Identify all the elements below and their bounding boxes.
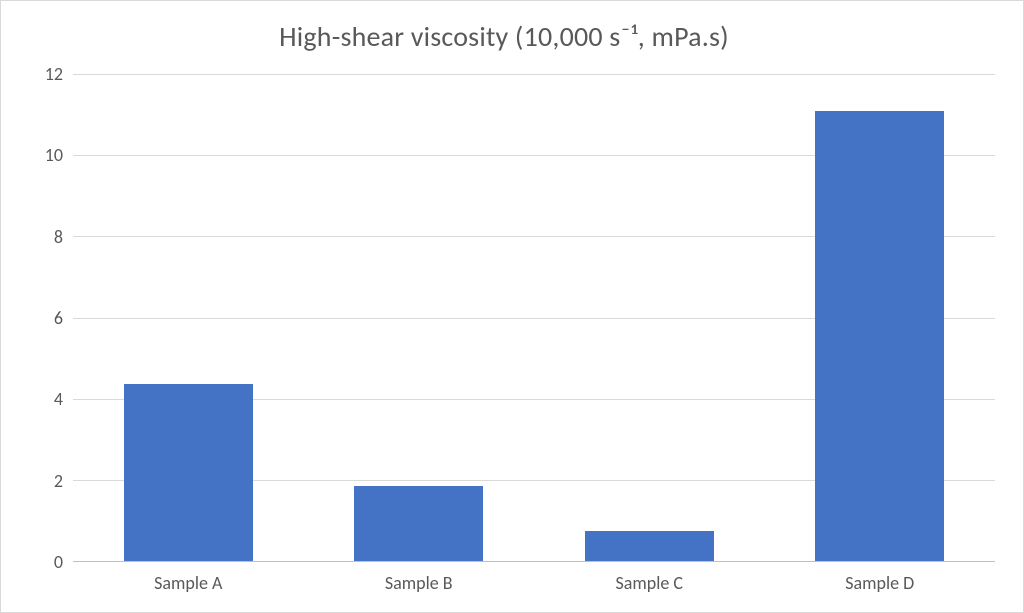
bar-slot [765,74,996,561]
bar-sample-a [124,384,253,561]
plot-row: 12 10 8 6 4 2 0 [13,74,995,562]
plot-wrap: 12 10 8 6 4 2 0 [13,74,995,594]
x-axis-spacer [13,562,73,594]
y-axis: 12 10 8 6 4 2 0 [13,74,73,562]
x-axis-row: Sample A Sample B Sample C Sample D [13,562,995,594]
y-tick-label: 0 [54,551,63,573]
y-tick-label: 8 [54,226,63,248]
bar-slot [534,74,765,561]
y-tick-label: 6 [54,307,63,329]
y-tick-label: 12 [45,63,63,85]
bars-group [73,74,995,561]
y-tick-label: 10 [45,144,63,166]
x-tick-label: Sample D [765,562,996,594]
x-tick-label: Sample C [534,562,765,594]
chart-container: High-shear viscosity (10,000 s⁻¹, mPa.s)… [0,0,1024,613]
y-tick-label: 2 [54,470,63,492]
bar-slot [304,74,535,561]
chart-title: High-shear viscosity (10,000 s⁻¹, mPa.s) [13,19,995,54]
x-tick-label: Sample B [304,562,535,594]
x-tick-label: Sample A [73,562,304,594]
chart-title-text: High-shear viscosity (10,000 s⁻¹, mPa.s) [279,19,729,54]
bar-sample-d [815,111,944,561]
bar-sample-c [585,531,714,561]
plot-area [73,74,995,562]
y-tick-label: 4 [54,388,63,410]
x-axis: Sample A Sample B Sample C Sample D [73,562,995,594]
bar-slot [73,74,304,561]
bar-sample-b [354,486,483,561]
